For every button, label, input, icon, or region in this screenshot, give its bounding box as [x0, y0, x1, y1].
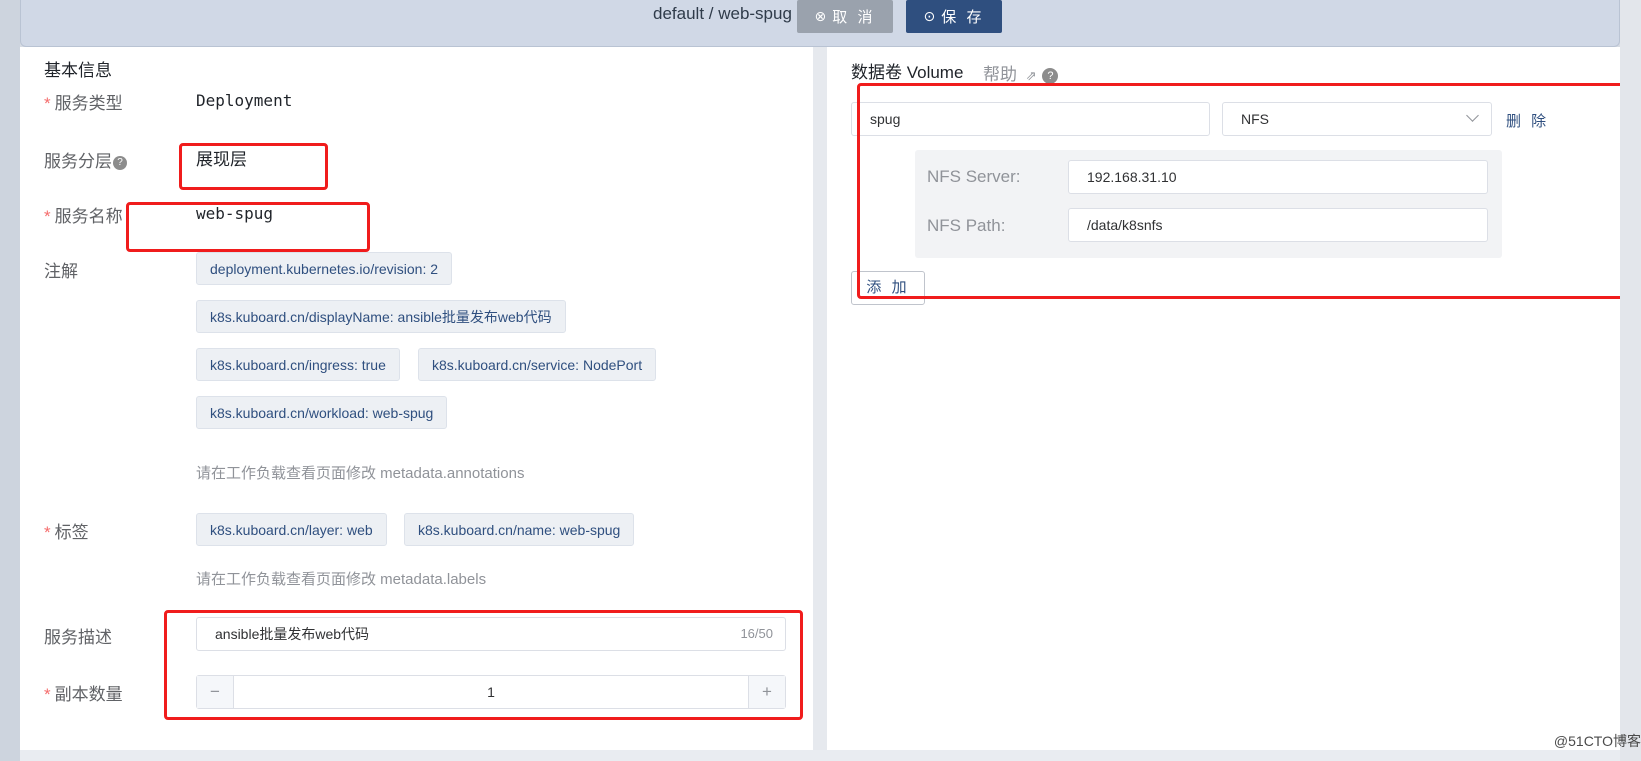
annotation-tag: k8s.kuboard.cn/displayName: ansible批量发布w… [196, 300, 566, 333]
annotations-label: 注解 [44, 262, 78, 281]
annotation-tag: deployment.kubernetes.io/revision: 2 [196, 252, 453, 285]
service-type-value: Deployment [196, 91, 293, 110]
scrollbar[interactable] [1620, 0, 1641, 761]
annotation-tag: k8s.kuboard.cn/service: NodePort [418, 348, 657, 381]
label-tag: k8s.kuboard.cn/name: web-spug [404, 513, 635, 546]
save-button[interactable]: ⊙ 保 存 [906, 0, 1002, 33]
label-tag: k8s.kuboard.cn/layer: web [196, 513, 387, 546]
annotation-tag: k8s.kuboard.cn/workload: web-spug [196, 396, 448, 429]
labels-label: * 标签 [44, 523, 89, 542]
service-layer-label: 服务分层? [44, 147, 127, 172]
close-circle-icon: ⊗ [814, 8, 827, 24]
help-link[interactable]: 帮助 ⇗ ? [983, 60, 1059, 85]
replicas-label: * 副本数量 [44, 685, 123, 704]
save-button-label: 保 存 [941, 9, 985, 26]
help-question-icon[interactable]: ? [1042, 67, 1059, 84]
volume-title: 数据卷 Volume [851, 63, 964, 82]
highlight-box [164, 610, 803, 720]
cancel-button-label: 取 消 [832, 9, 876, 26]
annotation-tag: k8s.kuboard.cn/ingress: true [196, 348, 400, 381]
left-edge-strip [0, 0, 20, 761]
panel-divider [813, 47, 827, 750]
external-link-icon: ⇗ [1025, 68, 1037, 83]
highlight-box [179, 143, 328, 190]
cancel-button[interactable]: ⊗ 取 消 [797, 0, 893, 33]
description-label: 服务描述 [44, 628, 112, 647]
annotations-hint: 请在工作负载查看页面修改 metadata.annotations [196, 465, 525, 482]
watermark: @51CTO博客 [1553, 733, 1641, 749]
highlight-box [857, 83, 1638, 299]
help-question-icon[interactable]: ? [113, 155, 127, 170]
bottom-strip [20, 750, 1620, 761]
labels-hint: 请在工作负载查看页面修改 metadata.labels [196, 571, 487, 588]
highlight-box [126, 202, 370, 252]
service-type-label: * 服务类型 [44, 94, 123, 113]
basic-info-title: 基本信息 [44, 61, 112, 80]
check-circle-icon: ⊙ [923, 8, 936, 24]
service-name-label: * 服务名称 [44, 207, 123, 226]
page-title: default / web-spug [653, 4, 792, 23]
